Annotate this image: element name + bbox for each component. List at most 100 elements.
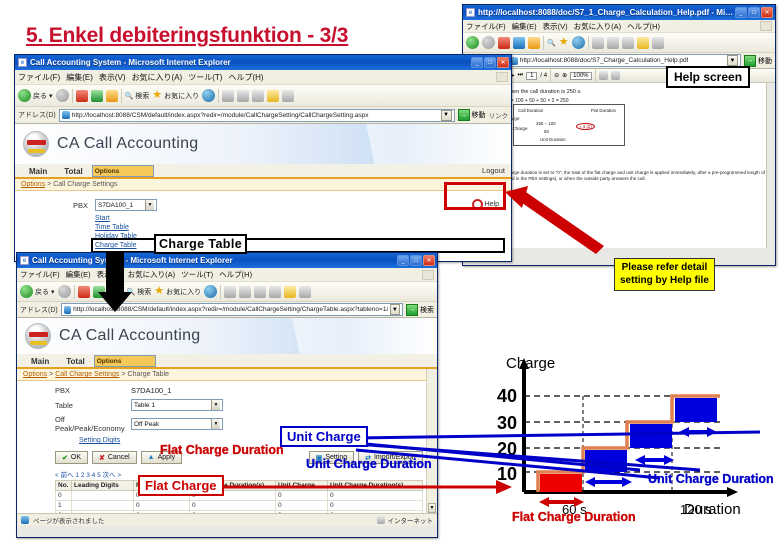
main-window-controls[interactable]: _ □ ✕ bbox=[471, 57, 509, 68]
search-button[interactable]: 🔍 bbox=[547, 39, 556, 47]
call-accounting-main-window[interactable]: e Call Accounting System - Microsoft Int… bbox=[14, 54, 512, 262]
link-time-table[interactable]: Time Table bbox=[95, 224, 501, 231]
cell-leading-digits[interactable] bbox=[71, 490, 134, 501]
go-button[interactable]: → 移動 bbox=[457, 109, 486, 121]
menu-edit[interactable]: 編集(E) bbox=[512, 21, 537, 32]
home-icon[interactable] bbox=[105, 89, 118, 102]
ca-tabbar[interactable]: Main Total Options Logout bbox=[15, 164, 511, 179]
help-window-titlebar[interactable]: e http://localhost:8088/doc/S7_1_Charge_… bbox=[463, 5, 775, 20]
menu-favorites[interactable]: お気に入り(A) bbox=[132, 72, 183, 83]
menu-help[interactable]: ヘルプ(H) bbox=[627, 21, 660, 32]
help-window-controls[interactable]: _ □ ✕ bbox=[735, 7, 773, 18]
minimize-button[interactable]: _ bbox=[471, 57, 483, 68]
stop-icon[interactable] bbox=[75, 89, 88, 102]
chevron-down-icon[interactable]: ▼ bbox=[211, 419, 220, 429]
go-button[interactable]: → 検索 bbox=[406, 303, 434, 316]
logout-link[interactable]: Logout bbox=[482, 166, 505, 175]
cell-leading-digits[interactable] bbox=[71, 500, 134, 511]
links-label[interactable]: リンク bbox=[489, 110, 509, 120]
close-button[interactable]: ✕ bbox=[497, 57, 509, 68]
pdf-scrollbar[interactable] bbox=[766, 83, 775, 248]
breadcrumb-call-charge-settings[interactable]: Call Charge Settings bbox=[55, 371, 119, 378]
tab-total[interactable]: Total bbox=[58, 355, 93, 367]
history-icon[interactable] bbox=[222, 89, 235, 102]
forward-icon[interactable] bbox=[55, 89, 69, 102]
pdf-page-field[interactable]: 1 bbox=[526, 71, 538, 80]
mail-icon[interactable] bbox=[252, 89, 265, 102]
cell-unit-charge[interactable]: 0 bbox=[275, 500, 328, 511]
close-button[interactable]: ✕ bbox=[423, 255, 435, 266]
search-button[interactable]: 🔍 検索 bbox=[127, 287, 152, 297]
tab-main[interactable]: Main bbox=[21, 165, 56, 177]
charge-toolbar[interactable]: 戻る ▾ 🔍 検索 ★ お気に入り bbox=[17, 282, 437, 302]
cancel-button[interactable]: ✘ Cancel bbox=[92, 451, 137, 464]
chevron-down-icon[interactable]: ▼ bbox=[211, 400, 220, 410]
go-button[interactable]: → 移動 bbox=[744, 54, 772, 67]
menu-file[interactable]: ファイル(F) bbox=[20, 269, 60, 280]
menu-file[interactable]: ファイル(F) bbox=[18, 72, 60, 83]
ok-button[interactable]: ✔ OK bbox=[55, 451, 88, 464]
mail-icon[interactable] bbox=[606, 36, 619, 49]
refresh-icon[interactable] bbox=[92, 285, 105, 298]
forward-icon[interactable] bbox=[482, 36, 495, 49]
charge-addressbar[interactable]: アドレス(D) http://localhost:8088/CSM/defaul… bbox=[17, 302, 437, 318]
help-toolbar[interactable]: 🔍 ★ bbox=[463, 33, 775, 53]
charge-window-controls[interactable]: _ □ ✕ bbox=[397, 255, 435, 266]
edit-icon[interactable] bbox=[299, 285, 312, 298]
back-icon[interactable] bbox=[466, 36, 479, 49]
search-button[interactable]: 🔍 検索 bbox=[125, 91, 150, 101]
pbx-select[interactable]: S7DA100_1 ▼ bbox=[95, 199, 157, 211]
address-dropdown-icon[interactable]: ▼ bbox=[389, 304, 400, 315]
tab-options[interactable]: Options bbox=[93, 355, 156, 367]
table-row[interactable]: 1 0 0 0 0 bbox=[55, 500, 423, 511]
tab-total[interactable]: Total bbox=[56, 165, 91, 177]
pdf-last-page-icon[interactable]: ⏭ bbox=[518, 72, 523, 79]
back-button[interactable]: 戻る ▾ bbox=[20, 285, 55, 298]
chevron-down-icon[interactable]: ▼ bbox=[145, 200, 154, 210]
menu-edit[interactable]: 編集(E) bbox=[66, 269, 91, 280]
edit-icon[interactable] bbox=[282, 89, 295, 102]
charge-menubar[interactable]: ファイル(F) 編集(E) 表示(V) お気に入り(A) ツール(T) ヘルプ(… bbox=[17, 268, 437, 282]
menu-favorites[interactable]: お気に入り(A) bbox=[574, 21, 622, 32]
menu-view[interactable]: 表示(V) bbox=[543, 21, 568, 32]
pdf-zoom-field[interactable]: 100% bbox=[570, 71, 592, 80]
address-input[interactable]: http://localhost:8088/CSM/default/index.… bbox=[58, 108, 455, 122]
favorites-button[interactable]: ★ お気に入り bbox=[152, 90, 199, 101]
history-icon[interactable] bbox=[224, 285, 237, 298]
breadcrumb-options[interactable]: Options bbox=[23, 371, 47, 378]
history-icon[interactable] bbox=[591, 36, 604, 49]
cell-unit-charge-duration[interactable]: 0 bbox=[327, 500, 423, 511]
ca-tabbar[interactable]: Main Total Options bbox=[17, 354, 437, 369]
menu-help[interactable]: ヘルプ(H) bbox=[219, 269, 252, 280]
address-dropdown-icon[interactable]: ▼ bbox=[440, 109, 452, 121]
pdf-fit-icon[interactable] bbox=[598, 71, 608, 80]
back-button[interactable]: 戻る ▾ bbox=[18, 89, 53, 102]
menu-tools[interactable]: ツール(T) bbox=[188, 72, 222, 83]
folder-icon[interactable] bbox=[284, 285, 297, 298]
address-dropdown-icon[interactable]: ▼ bbox=[727, 55, 738, 66]
address-input[interactable]: http://localhost:8088/CSM/default/index.… bbox=[60, 303, 403, 316]
close-button[interactable]: ✕ bbox=[761, 7, 773, 18]
tab-main[interactable]: Main bbox=[23, 355, 58, 367]
peak-select[interactable]: Off Peak ▼ bbox=[131, 418, 223, 430]
print-icon[interactable] bbox=[237, 89, 250, 102]
print-icon[interactable] bbox=[621, 36, 634, 49]
refresh-icon[interactable] bbox=[90, 89, 103, 102]
favorites-icon[interactable]: ★ bbox=[559, 37, 569, 48]
home-icon[interactable] bbox=[107, 285, 120, 298]
maximize-button[interactable]: □ bbox=[484, 57, 496, 68]
table-row[interactable]: 0 0 0 0 0 bbox=[55, 490, 423, 501]
media-icon[interactable] bbox=[202, 89, 216, 102]
forward-icon[interactable] bbox=[57, 285, 71, 298]
cell-unit-charge[interactable]: 0 bbox=[275, 490, 328, 501]
pdf-rotate-icon[interactable] bbox=[610, 71, 620, 80]
folder-icon[interactable] bbox=[267, 89, 280, 102]
stop-icon[interactable] bbox=[498, 36, 510, 49]
table-select[interactable]: Table 1 ▼ bbox=[131, 399, 223, 411]
menu-view[interactable]: 表示(V) bbox=[97, 269, 122, 280]
tab-options[interactable]: Options bbox=[91, 165, 154, 177]
minimize-button[interactable]: _ bbox=[397, 255, 409, 266]
pdf-zoom-out-icon[interactable]: ⊖ bbox=[554, 72, 559, 79]
back-dropdown-icon[interactable]: ▾ bbox=[51, 288, 55, 296]
minimize-button[interactable]: _ bbox=[735, 7, 747, 18]
